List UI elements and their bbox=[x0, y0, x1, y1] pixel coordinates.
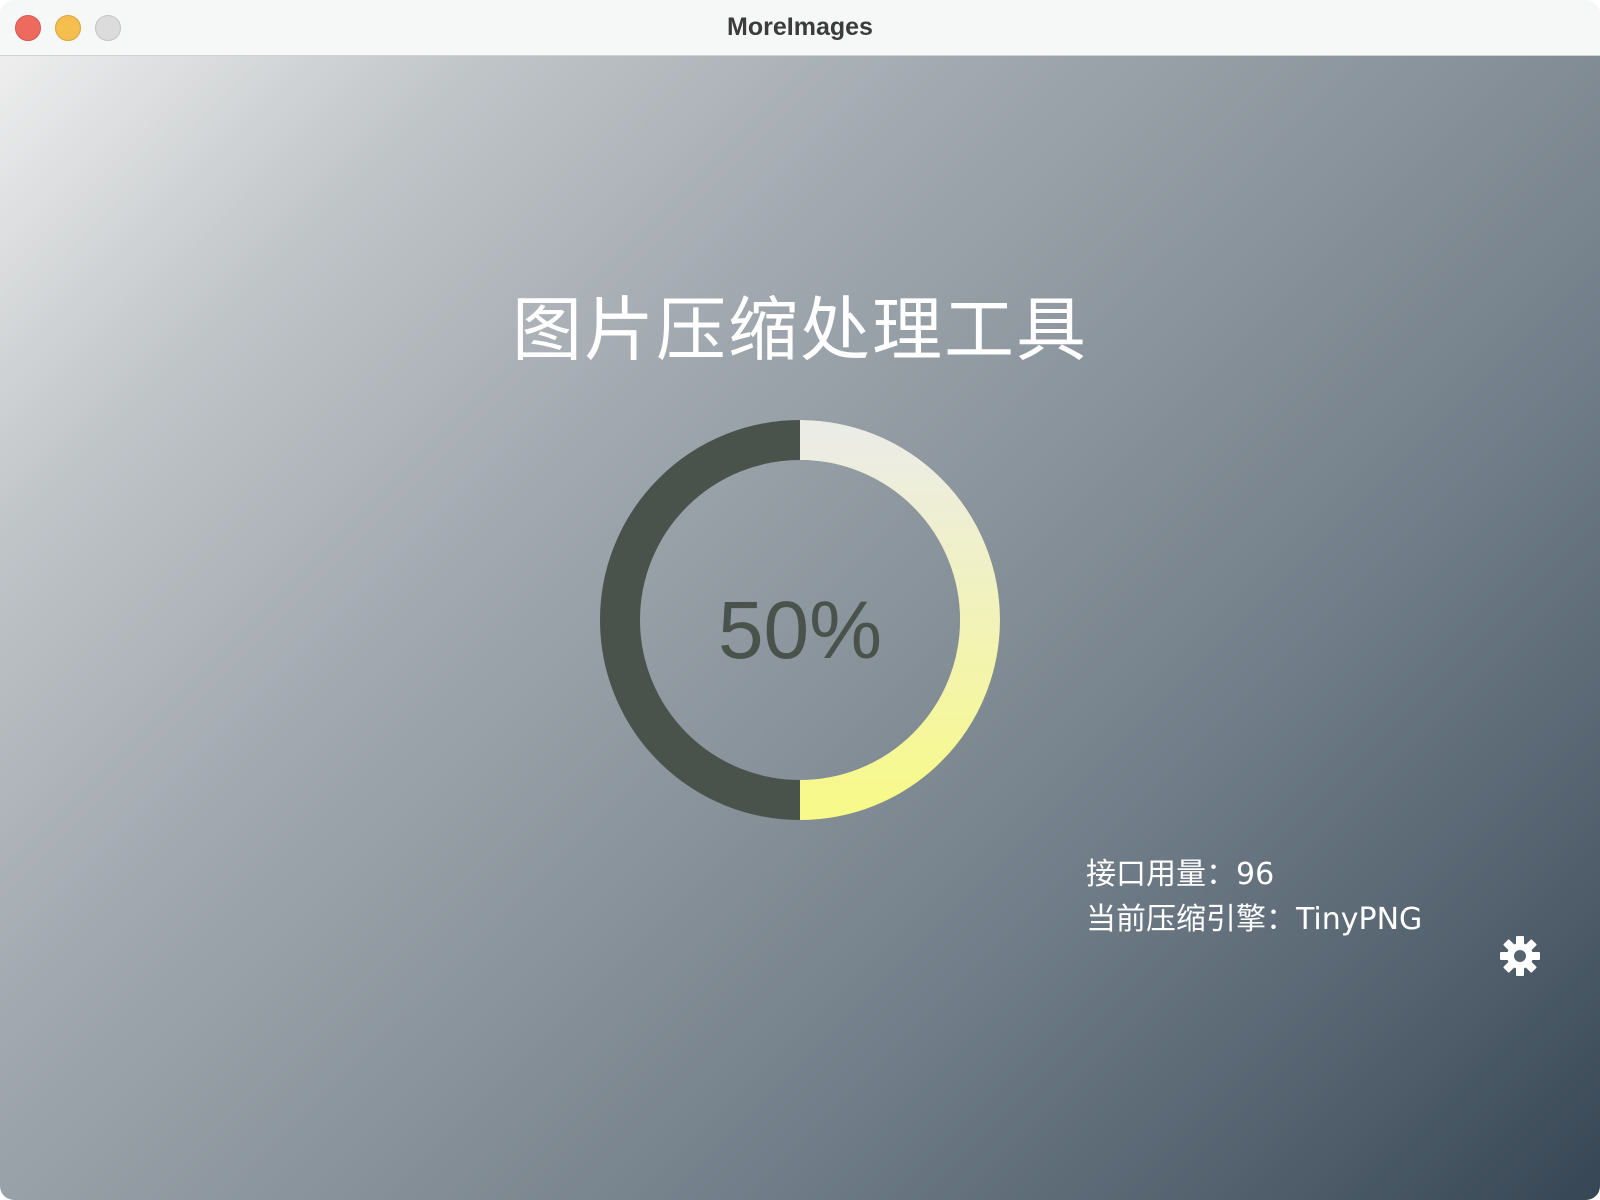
progress-percent: 50% bbox=[717, 585, 883, 676]
engine-label: 当前压缩引擎： bbox=[1086, 902, 1296, 937]
gear-hole bbox=[1514, 950, 1526, 962]
app-window: MoreImages 图片压缩处理工具 50% 接口用量：96 当前压缩引擎：T… bbox=[0, 0, 1600, 1200]
main-content: 图片压缩处理工具 50% 接口用量：96 当前压缩引擎：TinyPNG bbox=[0, 56, 1600, 1200]
app-title: 图片压缩处理工具 bbox=[512, 289, 1088, 371]
title-bar[interactable]: MoreImages bbox=[0, 0, 1600, 56]
engine-value: TinyPNG bbox=[1296, 902, 1423, 937]
api-usage-row: 接口用量：96 bbox=[1086, 852, 1422, 897]
settings-button[interactable] bbox=[1496, 932, 1544, 980]
info-panel: 接口用量：96 当前压缩引擎：TinyPNG bbox=[1086, 852, 1422, 942]
window-title: MoreImages bbox=[727, 13, 873, 41]
api-usage-value: 96 bbox=[1236, 857, 1275, 892]
engine-row: 当前压缩引擎：TinyPNG bbox=[1086, 897, 1422, 942]
api-usage-label: 接口用量： bbox=[1086, 857, 1236, 892]
